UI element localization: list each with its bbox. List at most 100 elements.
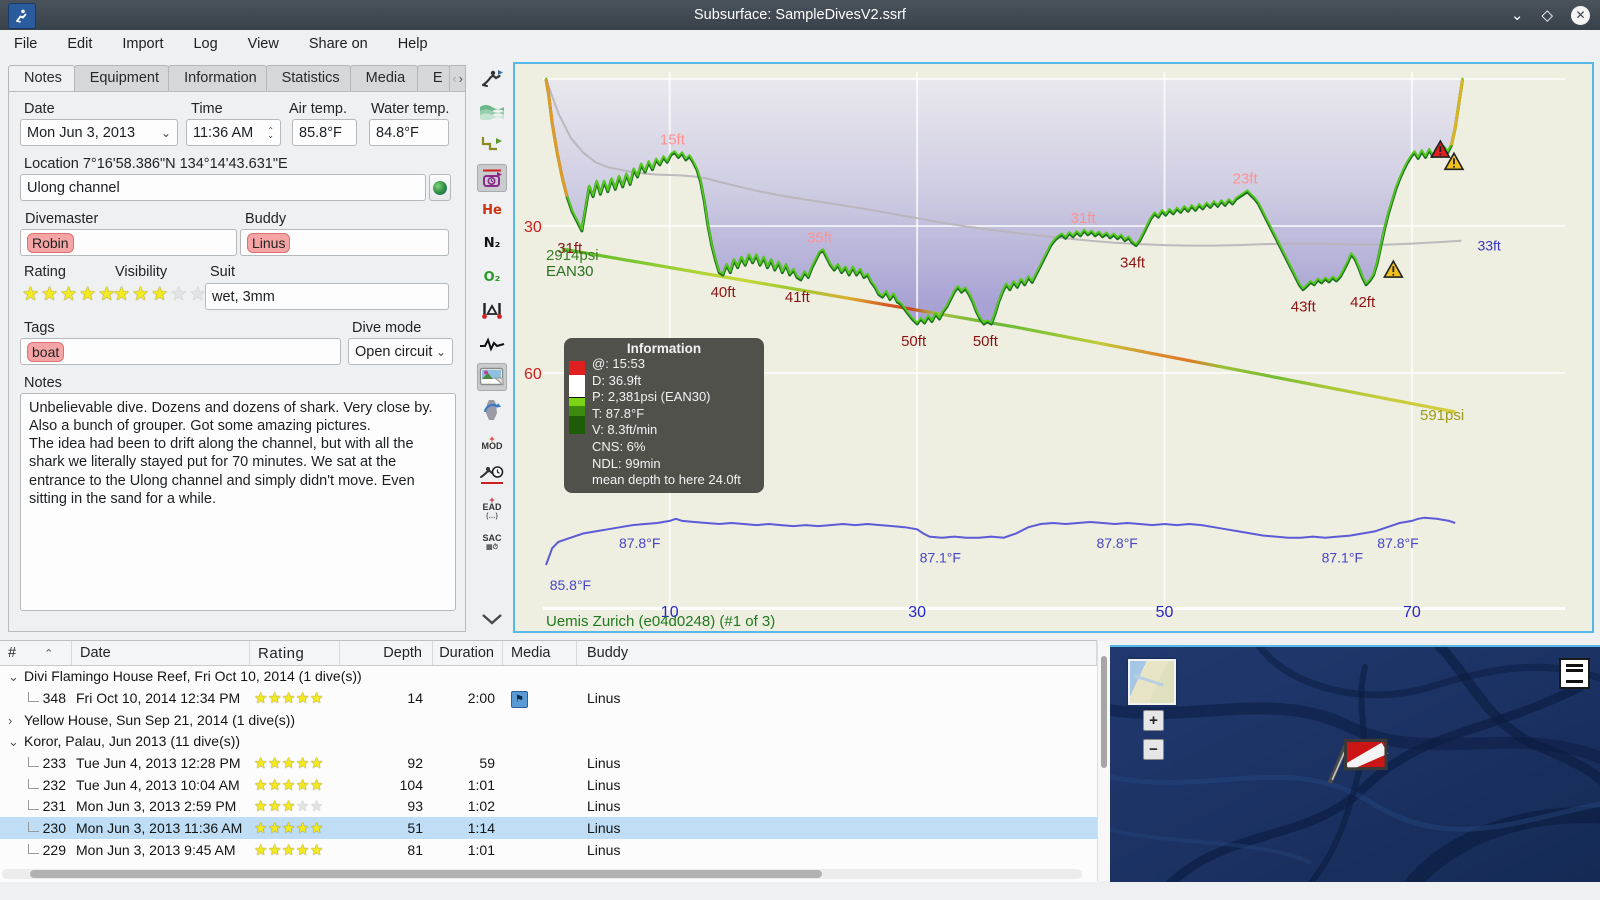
dive-rating-stars: ★★★★★ [254,690,324,708]
ead-icon[interactable]: + EAD (…) [477,495,507,523]
menu-item-help[interactable]: Help [398,36,428,52]
trip-label: Divi Flamingo House Reef, Fri Oct 10, 20… [24,668,362,685]
map-zoom-in-button[interactable]: + [1143,710,1164,731]
dive-row[interactable]: 233 Tue Jun 4, 2013 12:28 PM ★★★★★ 92 59 Linu… [0,752,1097,774]
time-field[interactable]: 11:36 AM ⌃ ⌄ [186,119,281,146]
dive-mode-icon[interactable] [477,64,507,92]
time-spinner[interactable]: ⌃ ⌄ [267,126,274,139]
menu-item-share-on[interactable]: Share on [309,36,368,52]
tree-elbow [27,800,39,811]
pp-oxygen-icon[interactable]: O₂ [477,263,507,291]
menu-item-view[interactable]: View [248,36,279,52]
photos-icon[interactable] [477,362,507,391]
chevron-down-icon[interactable]: ⌄ [436,345,446,359]
dive-row[interactable]: 230 Mon Jun 3, 2013 11:36 AM ★★★★★ 51 1:14 Li… [0,817,1097,839]
tag-chip[interactable]: boat [27,341,65,362]
dive-row[interactable]: 348 Fri Oct 10, 2014 12:34 PM ★★★★★ 14 2:00 ⚑… [0,688,1097,710]
trip-row[interactable]: › Yellow House, Sun Sep 21, 2014 (1 dive(… [0,709,1097,731]
expand-icon[interactable]: › [8,713,24,728]
sac-icon[interactable]: SAC ▦⏱ [477,529,507,557]
dive-buddy: Linus [587,755,621,772]
tab-scroll-left-button[interactable]: ‹ [452,71,456,86]
suit-field[interactable]: wet, 3mm [205,283,449,310]
pp-nitrogen-icon[interactable]: N₂ [477,230,507,258]
shallow-waves-icon[interactable] [477,97,507,125]
show-on-map-button[interactable] [429,174,451,201]
water-temp-field[interactable]: 84.8°F [369,119,449,146]
ruler-icon[interactable] [477,296,507,324]
close-button[interactable]: ✕ [1571,5,1590,25]
dive-mode-label: Dive mode [352,320,422,336]
pp-helium-icon[interactable]: He [477,197,507,225]
dive-duration: 2:00 [467,690,495,707]
vertical-scrollbar[interactable] [1097,641,1110,881]
dive-row[interactable]: 231 Mon Jun 3, 2013 2:59 PM ★★★★★ 93 1:02 Lin… [0,796,1097,818]
dive-mode-select[interactable]: Open circuit ⌄ [348,338,453,365]
column-header-depth[interactable]: Depth [340,641,433,665]
column-header-duration[interactable]: Duration [433,641,503,665]
collapse-icon[interactable]: ⌄ [8,734,24,750]
chevron-down-icon[interactable]: ⌄ [161,126,171,140]
depth-annotation: 15ft [660,132,686,149]
media-icon[interactable]: ⚑ [511,690,528,708]
suit-change-icon-glyph [483,399,501,420]
menu-item-edit[interactable]: Edit [67,36,92,52]
dive-row[interactable]: 229 Mon Jun 3, 2013 9:45 AM ★★★★★ 81 1:01 Lin… [0,839,1097,861]
tab-notes[interactable]: Notes [8,65,75,92]
tab-equipment[interactable]: Equipment [73,65,170,92]
depth-annotation: 35ft [807,230,833,247]
mod-icon[interactable]: + MOD [477,429,507,457]
column-header-rating[interactable]: Rating [250,641,340,665]
column-header-date[interactable]: Date [72,641,250,665]
column-header-buddy[interactable]: Buddy [577,641,1097,665]
divemaster-field[interactable]: Robin [20,229,237,256]
horizontal-scrollbar[interactable] [2,869,1082,879]
air-temp-field[interactable]: 85.8°F [292,119,357,146]
air-temp-value: 85.8°F [299,124,342,141]
divemaster-chip[interactable]: Robin [27,232,74,253]
calculated-ceiling-icon[interactable] [477,130,507,158]
notes-textarea[interactable]: Unbelievable dive. Dozens and dozens of … [20,393,456,611]
ndl-clock-icon[interactable] [477,462,507,490]
map-panel[interactable]: + − [1110,645,1600,882]
map-overview-inset[interactable] [1128,659,1176,705]
date-field[interactable]: Mon Jun 3, 2013 ⌄ [20,119,178,146]
heart-rate-icon[interactable] [477,330,507,358]
scrollbar-thumb[interactable] [30,870,822,878]
tab-information[interactable]: Information [168,65,267,92]
tab-e[interactable]: E [416,65,451,92]
trip-row[interactable]: ⌄ Divi Flamingo House Reef, Fri Oct 10, 2… [0,666,1097,688]
location-field[interactable]: Ulong channel [20,174,426,201]
maximize-button[interactable]: ◇ [1541,8,1553,23]
map-menu-button[interactable] [1559,658,1590,689]
trip-row[interactable]: ⌄ Koror, Palau, Jun 2013 (11 dive(s)) [0,731,1097,753]
scrollbar-thumb[interactable] [1101,656,1107,768]
visibility-stars[interactable]: ★★★★★ [113,285,208,304]
menu-item-log[interactable]: Log [193,36,217,52]
tab-scroll-right-button[interactable]: › [459,71,463,86]
tags-label: Tags [24,320,55,336]
scroll-down-icon[interactable] [477,605,507,633]
tab-media[interactable]: Media [349,65,418,92]
dc-reported-ceiling-icon[interactable] [477,163,507,192]
column-header-media[interactable]: Media [503,641,577,665]
buddy-chip[interactable]: Linus [247,232,291,253]
menu-item-file[interactable]: File [14,36,37,52]
collapse-icon[interactable]: ⌄ [8,669,24,685]
column-header-num[interactable]: # ⌃ [0,641,72,665]
map-zoom-out-button[interactable]: − [1143,739,1164,760]
dive-row[interactable]: 232 Tue Jun 4, 2013 10:04 AM ★★★★★ 104 1:01 L… [0,774,1097,796]
dive-profile-chart[interactable]: 31ft 15ft 40ft 41ft 35ft 50ft 50ft 31ft 34ft 23ft… [513,62,1594,633]
temperature-annotation: 87.1°F [920,550,961,566]
rating-stars[interactable]: ★★★★★ [22,285,117,304]
minimize-button[interactable]: ⌄ [1511,8,1524,23]
date-value: Mon Jun 3, 2013 [27,124,136,141]
tags-field[interactable]: boat [20,338,341,365]
buddy-field[interactable]: Linus [240,229,449,256]
depth-annotation: 34ft [1120,255,1146,272]
sort-ascending-icon[interactable]: ⌃ [44,647,53,660]
menu-item-import[interactable]: Import [122,36,163,52]
dive-number: 348 [0,690,72,706]
suit-change-icon[interactable] [477,396,507,424]
tab-statistics[interactable]: Statistics [265,65,351,92]
